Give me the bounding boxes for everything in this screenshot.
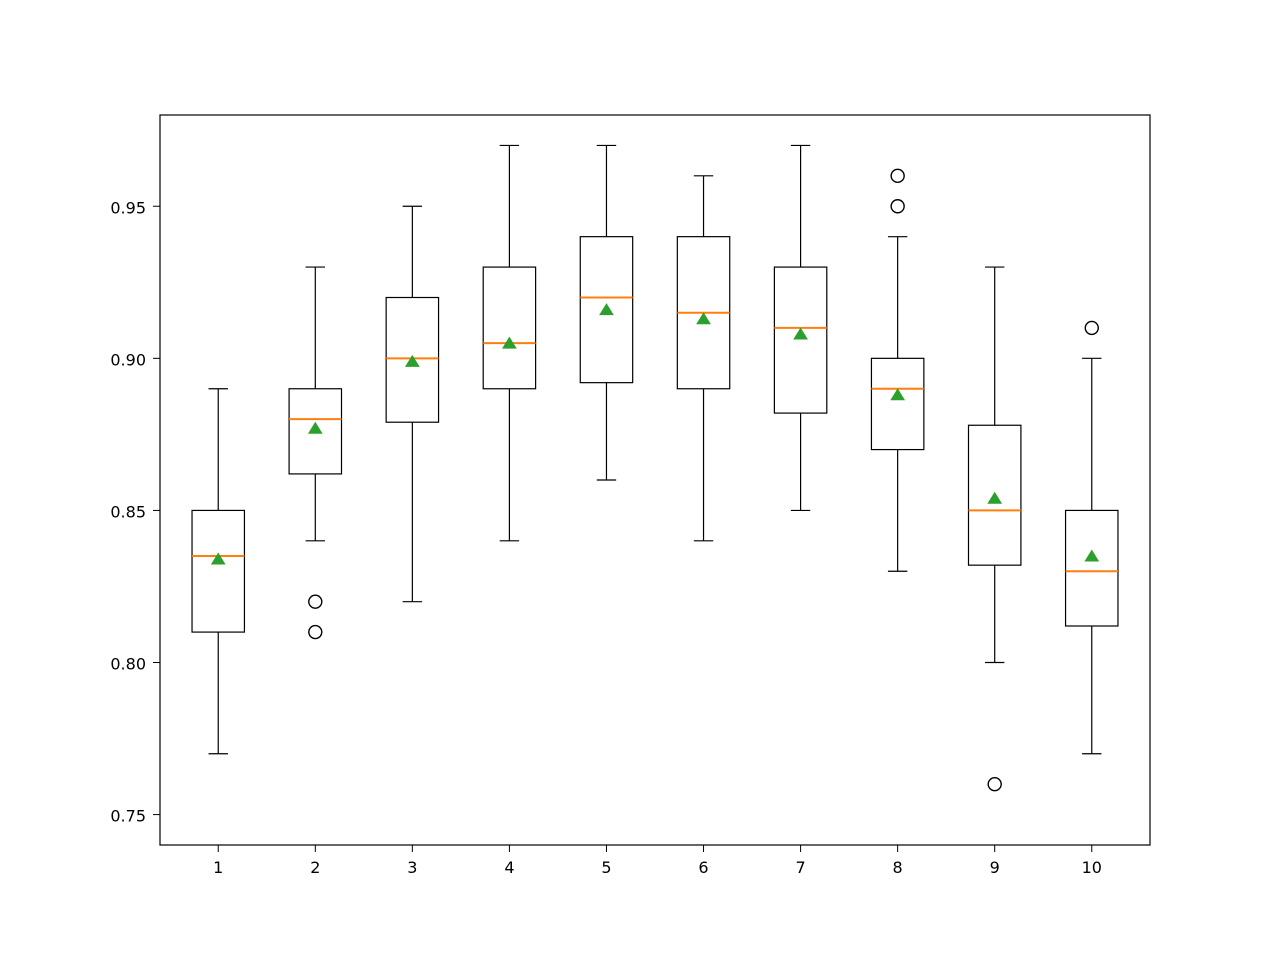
mean-triangle-icon	[309, 423, 322, 434]
box-rect	[483, 267, 535, 389]
outlier-icon	[1085, 321, 1098, 334]
x-tick-label: 7	[795, 858, 805, 877]
x-tick-label: 5	[601, 858, 611, 877]
mean-triangle-icon	[891, 389, 904, 400]
outlier-icon	[891, 200, 904, 213]
box-9	[969, 267, 1021, 791]
box-2	[289, 267, 341, 638]
outlier-icon	[309, 595, 322, 608]
y-tick-label: 0.75	[110, 807, 146, 826]
box-1	[192, 389, 244, 754]
x-tick-label: 1	[213, 858, 223, 877]
y-tick-label: 0.90	[110, 350, 146, 369]
box-10	[1066, 321, 1118, 753]
mean-triangle-icon	[794, 328, 807, 339]
box-3	[386, 206, 438, 601]
mean-triangle-icon	[600, 304, 613, 315]
box-8	[871, 169, 923, 571]
box-7	[774, 145, 826, 510]
plot-border	[160, 115, 1150, 845]
x-tick-label: 2	[310, 858, 320, 877]
x-tick-label: 3	[407, 858, 417, 877]
x-tick-label: 10	[1082, 858, 1102, 877]
x-tick-label: 9	[990, 858, 1000, 877]
box-6	[677, 176, 729, 541]
box-4	[483, 145, 535, 540]
mean-triangle-icon	[697, 313, 710, 324]
box-rect	[774, 267, 826, 413]
x-tick-label: 8	[893, 858, 903, 877]
mean-triangle-icon	[988, 493, 1001, 504]
outlier-icon	[891, 169, 904, 182]
outlier-icon	[988, 778, 1001, 791]
box-5	[580, 145, 632, 480]
box-rect	[192, 510, 244, 632]
y-tick-label: 0.80	[110, 655, 146, 674]
box-rect	[871, 358, 923, 449]
y-tick-label: 0.85	[110, 502, 146, 521]
boxplot-chart: 0.75 0.80 0.85 0.90 0.95 1 2 3 4 5 6 7 8 9 10	[0, 0, 1280, 960]
mean-triangle-icon	[1085, 550, 1098, 561]
x-tick-label: 6	[698, 858, 708, 877]
x-tick-label: 4	[504, 858, 514, 877]
y-tick-label: 0.95	[110, 198, 146, 217]
outlier-icon	[309, 626, 322, 639]
box-rect	[1066, 510, 1118, 626]
